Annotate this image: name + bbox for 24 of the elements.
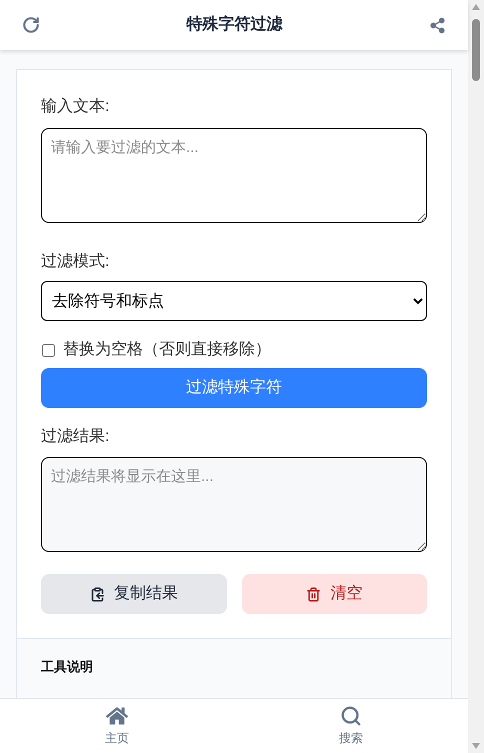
info-title: 工具说明 bbox=[41, 658, 94, 676]
scroll-down-icon bbox=[472, 743, 480, 749]
scroll-up-icon bbox=[472, 4, 480, 10]
scrollbar-thumb bbox=[472, 19, 480, 81]
field-label: 过滤结果: bbox=[41, 426, 110, 447]
nav-item[interactable]: 主页 bbox=[0, 699, 234, 753]
clipboard-icon bbox=[90, 586, 105, 602]
filter-button[interactable]: 过滤特殊字符 bbox=[41, 368, 427, 408]
page-title: 特殊字符过滤 bbox=[186, 14, 282, 35]
copy-button[interactable]: 复制结果 bbox=[41, 574, 226, 614]
trash-icon bbox=[306, 586, 322, 602]
replace-checkbox[interactable] bbox=[42, 344, 55, 356]
nav-item[interactable]: 搜索 bbox=[234, 699, 468, 753]
refresh-button[interactable] bbox=[22, 16, 40, 34]
field-label: 过滤模式: bbox=[41, 252, 110, 272]
field-label: 输入文本: bbox=[41, 96, 110, 117]
result-field[interactable]: 过滤结果将显示在这里... bbox=[41, 457, 427, 552]
mode-select[interactable]: 去除符号和标点 bbox=[41, 281, 427, 321]
search-icon bbox=[340, 705, 362, 727]
home-icon bbox=[106, 705, 128, 727]
clear-button[interactable]: 清空 bbox=[242, 574, 427, 614]
checkbox-label: 替换为空格（否则直接移除） bbox=[63, 340, 271, 360]
input-field[interactable]: 请输入要过滤的文本... bbox=[41, 128, 427, 223]
share-button[interactable] bbox=[429, 16, 446, 34]
